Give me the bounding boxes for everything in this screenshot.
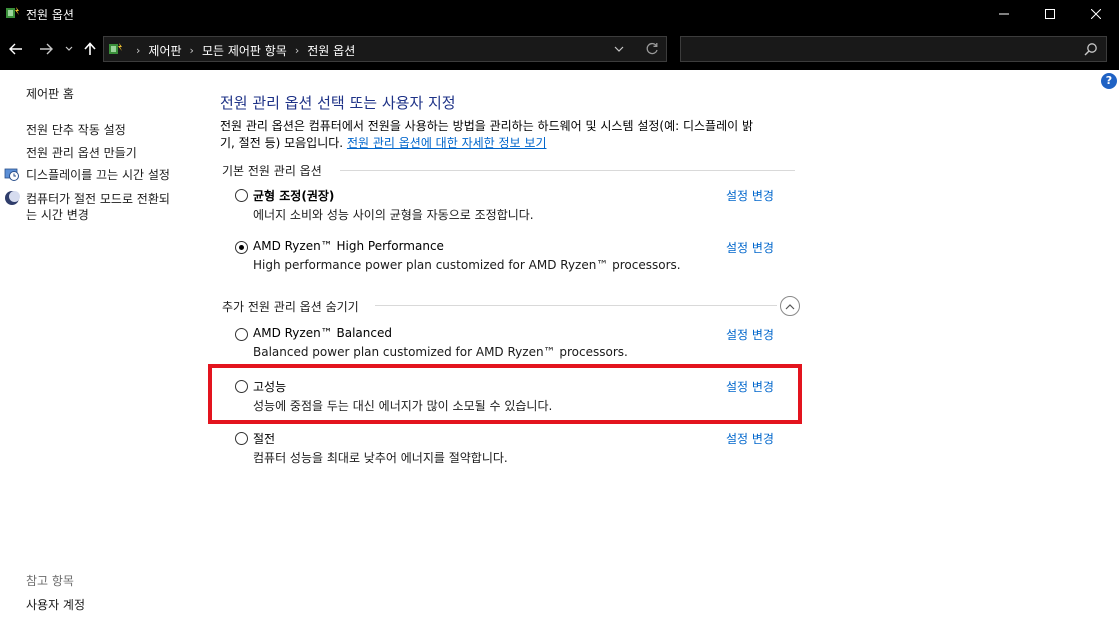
change-settings-link[interactable]: 설정 변경	[726, 326, 774, 343]
sidebar-item-control-panel-home[interactable]: 제어판 홈	[26, 85, 74, 102]
refresh-icon[interactable]	[644, 41, 660, 57]
close-button[interactable]	[1073, 0, 1119, 28]
page-description: 전원 관리 옵션은 컴퓨터에서 전원을 사용하는 방법을 관리하는 하드웨어 및…	[220, 118, 800, 152]
hidden-plans-heading: 추가 전원 관리 옵션 숨기기	[222, 300, 359, 314]
description-line-2: 기, 절전 등) 모음입니다. 전원 관리 옵션에 대한 자세한 정보 보기	[220, 135, 800, 152]
plan-radio-amd-balanced[interactable]	[235, 328, 248, 341]
search-input[interactable]	[687, 40, 1077, 58]
chevron-up-icon	[785, 303, 795, 309]
up-button[interactable]	[81, 38, 99, 60]
plan-name[interactable]: 절전	[253, 430, 275, 447]
address-dropdown-icon[interactable]	[612, 42, 626, 56]
divider	[375, 305, 777, 306]
plan-name[interactable]: AMD Ryzen™ Balanced	[253, 326, 392, 340]
breadcrumb-separator-icon: ›	[136, 44, 141, 57]
breadcrumb-item-all-items[interactable]: 모든 제어판 항목	[202, 42, 287, 59]
control-panel-icon	[109, 43, 122, 54]
see-also-heading: 참고 항목	[26, 574, 74, 588]
divider	[340, 170, 795, 171]
description-line-1: 전원 관리 옵션은 컴퓨터에서 전원을 사용하는 방법을 관리하는 하드웨어 및…	[220, 119, 754, 133]
window-title: 전원 옵션	[26, 8, 74, 22]
minimize-icon	[999, 13, 1009, 15]
description-line-2-text: 기, 절전 등) 모음입니다.	[220, 136, 344, 150]
moon-icon	[5, 191, 20, 205]
sidebar-item-user-accounts[interactable]: 사용자 계정	[26, 596, 85, 613]
maximize-button[interactable]	[1027, 0, 1073, 28]
sidebar-item-power-button-settings[interactable]: 전원 단추 작동 설정	[26, 121, 126, 138]
plan-description: High performance power plan customized f…	[253, 258, 681, 272]
breadcrumb-separator-icon: ›	[189, 44, 194, 57]
sidebar-item-sleep-time-line2[interactable]: 는 시간 변경	[26, 206, 89, 223]
arrow-up-icon	[84, 42, 96, 55]
plan-radio-balanced[interactable]	[235, 189, 248, 202]
maximize-icon	[1045, 9, 1055, 19]
power-options-icon	[6, 7, 19, 18]
arrow-right-icon	[40, 43, 53, 55]
breadcrumb-separator-icon: ›	[294, 44, 300, 57]
search-icon[interactable]	[1084, 42, 1098, 56]
sidebar-item-create-power-plan[interactable]: 전원 관리 옵션 만들기	[26, 144, 137, 161]
plan-radio-amd-high-performance[interactable]	[235, 241, 248, 254]
search-box[interactable]	[680, 36, 1107, 62]
preferred-plans-heading: 기본 전원 관리 옵션	[222, 164, 322, 178]
sidebar-item-display-off-time[interactable]: 디스플레이를 끄는 시간 설정	[26, 166, 170, 183]
minimize-button[interactable]	[981, 0, 1027, 28]
chevron-down-icon	[65, 46, 73, 51]
close-icon	[1091, 9, 1101, 19]
help-icon[interactable]: ?	[1101, 73, 1117, 89]
forward-button[interactable]	[36, 38, 56, 60]
display-clock-icon	[4, 168, 19, 181]
change-settings-link[interactable]: 설정 변경	[726, 239, 774, 256]
highlight-box	[208, 364, 802, 424]
change-settings-link[interactable]: 설정 변경	[726, 430, 774, 447]
more-info-link[interactable]: 전원 관리 옵션에 대한 자세한 정보 보기	[347, 136, 547, 150]
arrow-left-icon	[9, 43, 22, 55]
plan-name[interactable]: 균형 조정(권장)	[253, 187, 334, 204]
collapse-button[interactable]	[780, 296, 800, 316]
breadcrumb-item-power-options[interactable]: 전원 옵션	[307, 42, 355, 59]
plan-name[interactable]: AMD Ryzen™ High Performance	[253, 239, 444, 253]
page-title: 전원 관리 옵션 선택 또는 사용자 지정	[220, 94, 456, 112]
recent-locations-button[interactable]	[62, 38, 76, 60]
plan-description: 컴퓨터 성능을 최대로 낮추어 에너지를 절약합니다.	[253, 451, 508, 465]
plan-description: Balanced power plan customized for AMD R…	[253, 345, 628, 359]
change-settings-link[interactable]: 설정 변경	[726, 187, 774, 204]
back-button[interactable]	[6, 38, 26, 60]
breadcrumb-item-control-panel[interactable]: 제어판	[148, 42, 181, 59]
plan-radio-power-saver[interactable]	[235, 432, 248, 445]
address-bar[interactable]: › 제어판 › 모든 제어판 항목 › 전원 옵션	[103, 36, 667, 62]
title-bar: 전원 옵션	[0, 0, 1119, 28]
plan-description: 에너지 소비와 성능 사이의 균형을 자동으로 조정합니다.	[253, 208, 534, 222]
sidebar-item-sleep-time[interactable]: 컴퓨터가 절전 모드로 전환되	[26, 190, 170, 207]
breadcrumb: › 제어판 › 모든 제어판 항목 › 전원 옵션	[128, 42, 355, 59]
